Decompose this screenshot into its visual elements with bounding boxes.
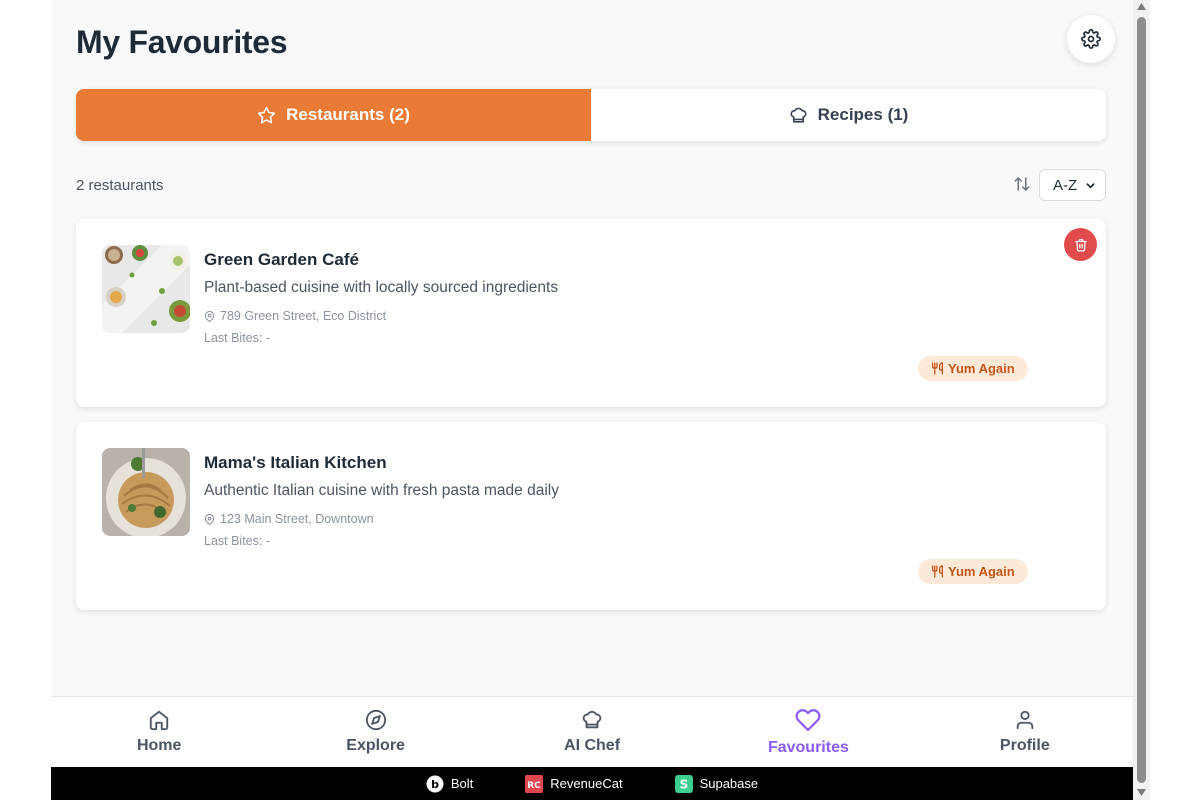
- svg-text:RC: RC: [528, 781, 542, 791]
- home-icon: [150, 710, 169, 731]
- nav-explore-label: Explore: [346, 737, 405, 754]
- nav-favourites-label: Favourites: [767, 739, 849, 756]
- restaurant-name[interactable]: Mama's Italian Kitchen: [204, 453, 387, 473]
- restaurant-photo-pasta: [102, 448, 190, 536]
- restaurant-address-text: 123 Main Street, Downtown: [220, 512, 374, 526]
- revenuecat-logo: RC: [525, 774, 544, 793]
- sort-selected-value: A-Z: [1053, 176, 1078, 194]
- page-title: My Favourites: [76, 24, 288, 60]
- restaurant-card[interactable]: Green Garden Café Plant-based cuisine wi…: [76, 219, 1106, 407]
- trash-icon: [1074, 238, 1087, 251]
- map-pin-icon: [204, 513, 215, 525]
- nav-home-label: Home: [136, 737, 182, 754]
- user-icon: [1016, 710, 1034, 730]
- scroll-up-arrow-icon[interactable]: [1136, 2, 1147, 11]
- scroll-down-arrow-icon[interactable]: [1136, 788, 1147, 797]
- sort-icon: [1014, 177, 1030, 191]
- tab-restaurants[interactable]: Restaurants (2): [76, 89, 591, 141]
- yum-again-badge: Yum Again: [918, 356, 1028, 381]
- svg-text:b: b: [431, 778, 439, 791]
- compass-icon: [365, 709, 386, 731]
- supabase-logo: S: [674, 774, 693, 793]
- chef-hat-icon: [790, 107, 807, 123]
- restaurant-description: Authentic Italian cuisine with fresh pas…: [204, 482, 559, 499]
- revenuecat-badge[interactable]: RC RevenueCat: [525, 774, 623, 793]
- nav-ai-chef-label: AI Chef: [564, 737, 621, 754]
- bolt-label: Bolt: [450, 776, 474, 791]
- restaurant-address: 123 Main Street, Downtown: [204, 512, 374, 526]
- heart-icon: [796, 709, 821, 732]
- nav-ai-chef[interactable]: AI Chef: [484, 697, 700, 767]
- restaurant-description: Plant-based cuisine with locally sourced…: [204, 279, 559, 296]
- bottom-navigation: Home Explore AI Chef Favourites Profile: [51, 696, 1133, 767]
- scrollbar[interactable]: [1133, 0, 1150, 800]
- tab-restaurants-label: Restaurants (2): [286, 105, 410, 124]
- utensils-icon: [931, 565, 944, 578]
- bolt-logo: b: [426, 775, 444, 792]
- revenuecat-label: RevenueCat: [550, 776, 623, 791]
- app-screen: My Favourites Restaurants (2) Recipes (1…: [51, 0, 1133, 800]
- nav-explore[interactable]: Explore: [267, 697, 483, 767]
- yum-again-label: Yum Again: [948, 564, 1015, 579]
- last-bites: Last Bites: -: [204, 534, 270, 548]
- settings-button[interactable]: [1067, 15, 1115, 63]
- gear-icon: [1081, 29, 1101, 49]
- star-icon: [257, 106, 276, 123]
- restaurant-address: 789 Green Street, Eco District: [204, 309, 386, 323]
- supabase-label: Supabase: [699, 776, 759, 791]
- nav-home[interactable]: Home: [51, 697, 267, 767]
- restaurant-photo-salads: [102, 245, 190, 333]
- map-pin-icon: [204, 310, 215, 322]
- tab-recipes[interactable]: Recipes (1): [591, 89, 1106, 141]
- nav-profile-label: Profile: [999, 737, 1050, 754]
- chef-hat-icon: [582, 710, 602, 729]
- restaurant-card[interactable]: Mama's Italian Kitchen Authentic Italian…: [76, 422, 1106, 610]
- chevron-down-icon: [1086, 182, 1095, 188]
- yum-again-label: Yum Again: [948, 361, 1015, 376]
- favourites-tabs: Restaurants (2) Recipes (1): [76, 89, 1106, 141]
- supabase-badge[interactable]: S Supabase: [674, 774, 759, 793]
- bolt-badge[interactable]: b Bolt: [426, 775, 473, 793]
- restaurant-name[interactable]: Green Garden Café: [204, 250, 359, 270]
- yum-again-badge: Yum Again: [918, 559, 1028, 584]
- svg-text:S: S: [679, 777, 688, 791]
- utensils-icon: [931, 362, 944, 375]
- restaurant-address-text: 789 Green Street, Eco District: [220, 309, 387, 323]
- powered-by-footer: b Bolt RC RevenueCat S Supabase: [51, 767, 1133, 800]
- last-bites: Last Bites: -: [204, 331, 270, 345]
- nav-profile[interactable]: Profile: [917, 697, 1133, 767]
- delete-button[interactable]: [1064, 228, 1097, 261]
- nav-favourites[interactable]: Favourites: [700, 697, 916, 767]
- restaurant-count: 2 restaurants: [76, 177, 164, 194]
- scrollbar-thumb[interactable]: [1137, 17, 1146, 783]
- tab-recipes-label: Recipes (1): [817, 105, 909, 124]
- sort-select[interactable]: A-Z: [1039, 169, 1106, 201]
